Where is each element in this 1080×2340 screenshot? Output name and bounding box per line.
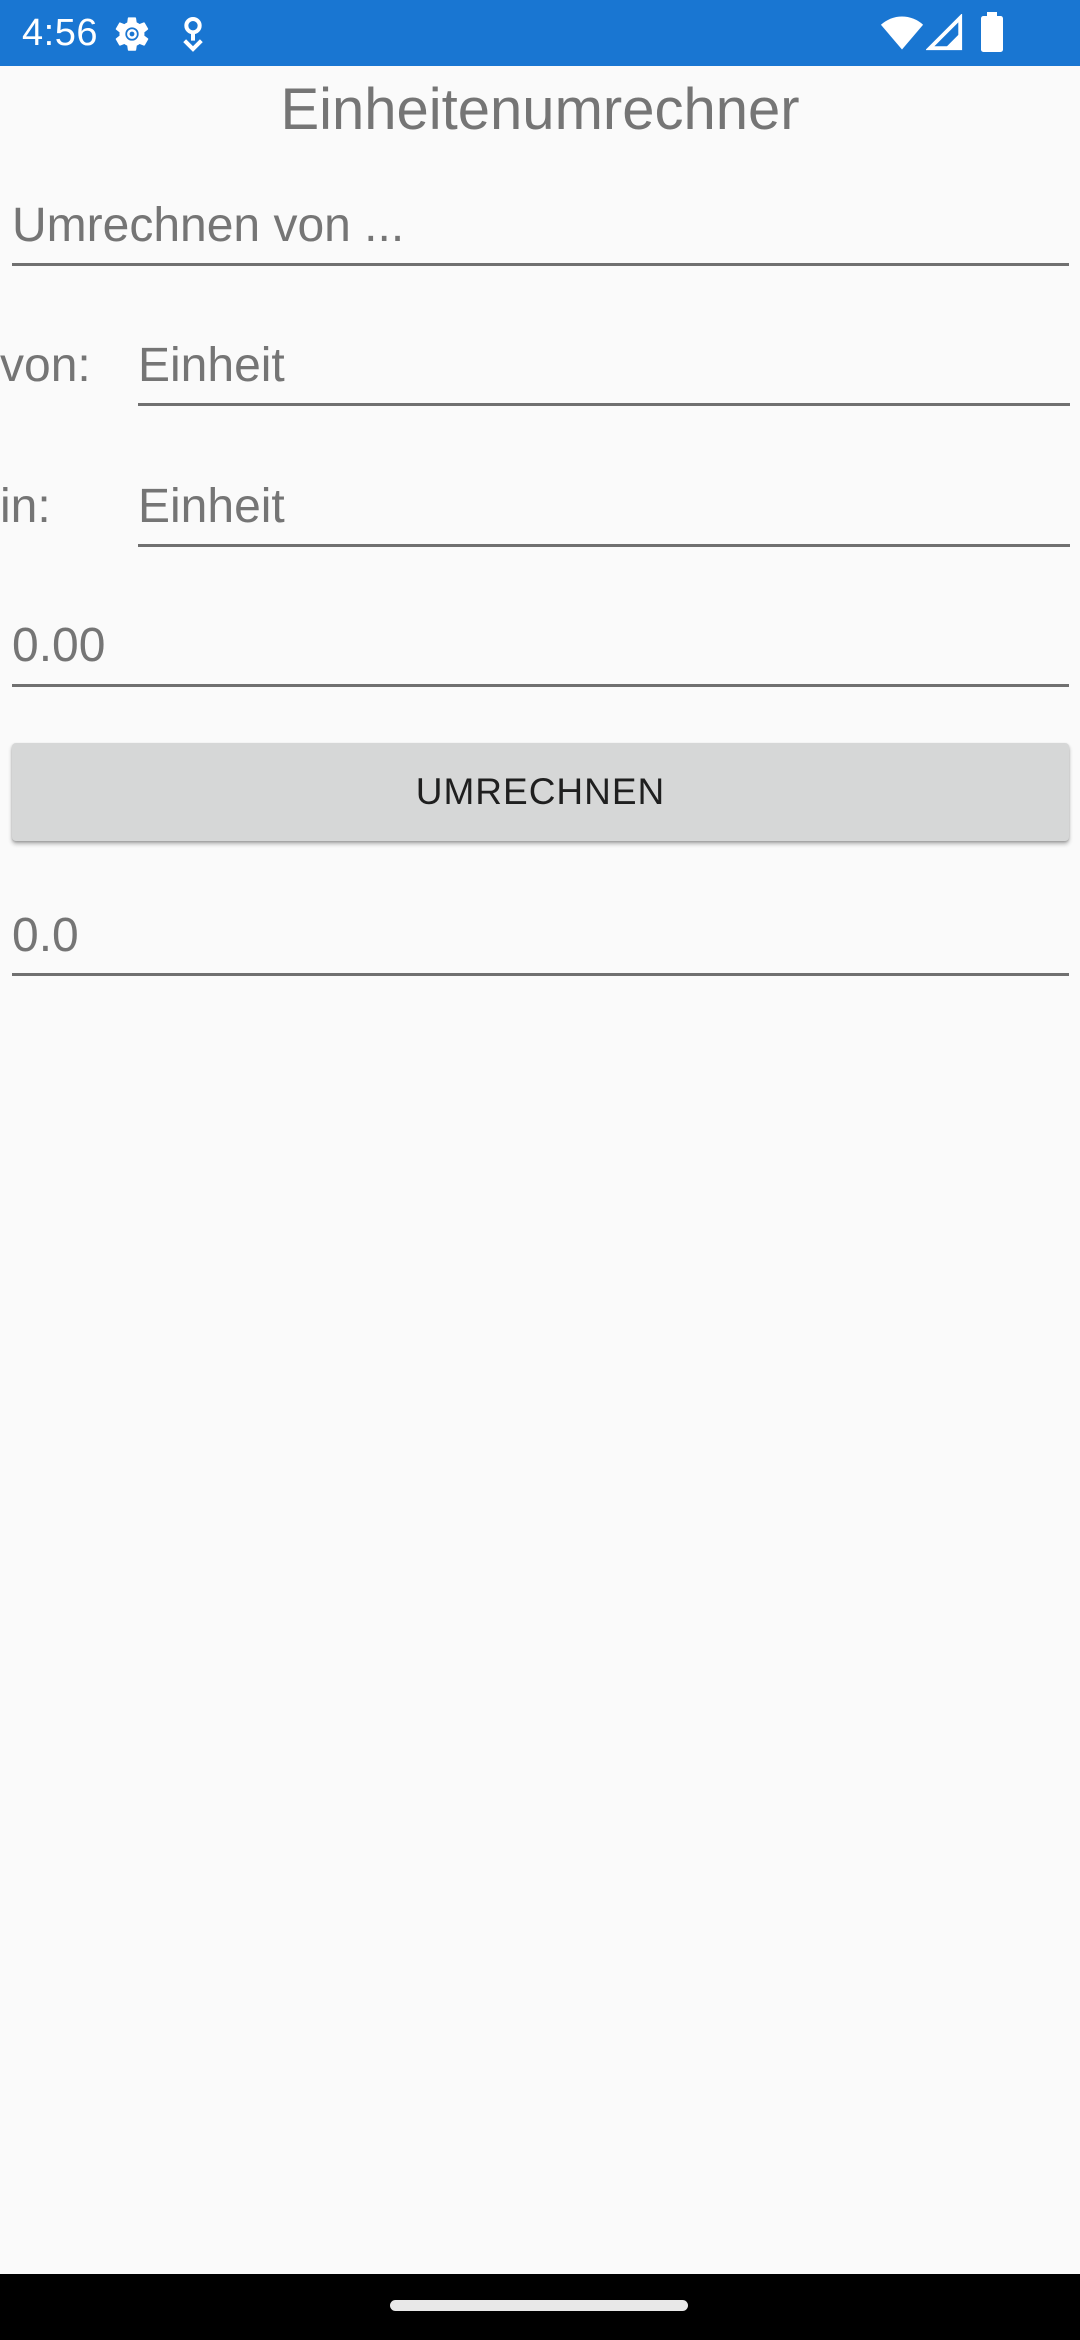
wifi-icon: [880, 14, 924, 52]
value-input[interactable]: Umrechnen von ...: [12, 196, 1069, 266]
home-indicator[interactable]: [390, 2300, 688, 2311]
battery-icon: [980, 12, 1004, 52]
to-label: in:: [0, 480, 51, 533]
status-bar: 4:56: [0, 0, 1080, 66]
settings-gear-icon: [112, 14, 152, 52]
amount-field[interactable]: 0.00: [12, 616, 1069, 687]
result-field[interactable]: 0.0: [12, 906, 1069, 976]
cell-signal-icon: [926, 14, 964, 52]
to-unit-field[interactable]: Einheit: [138, 477, 1070, 547]
app-title: Einheitenumrechner: [280, 77, 800, 142]
status-time: 4:56: [22, 12, 98, 54]
location-icon: [178, 14, 208, 52]
from-label: von:: [0, 339, 91, 392]
convert-button[interactable]: UMRECHNEN: [12, 743, 1069, 841]
from-unit-field[interactable]: Einheit: [138, 336, 1070, 406]
